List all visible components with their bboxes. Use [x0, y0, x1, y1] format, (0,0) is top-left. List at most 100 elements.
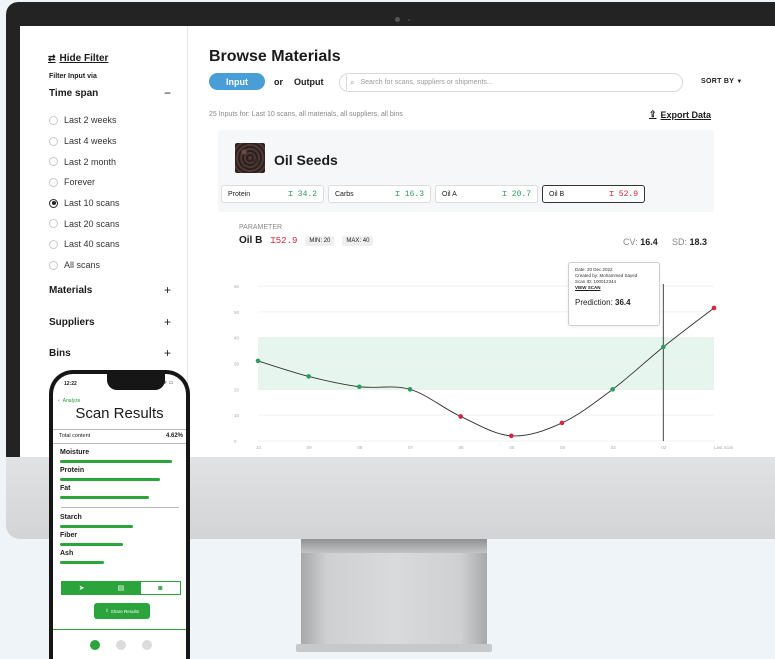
range-icon: ⌶	[609, 190, 619, 199]
camera-tab[interactable]: ◙	[140, 582, 180, 594]
nav-profile-icon[interactable]	[142, 640, 152, 650]
page-title: Browse Materials	[209, 48, 341, 65]
export-label: Export Data	[660, 109, 712, 120]
back-button[interactable]: ‹ Analyze	[58, 398, 80, 404]
parameter-name: Oil B	[239, 235, 263, 246]
input-output-toggle: Input or Output	[209, 73, 324, 90]
phone: 12:22 ..ıl ᯤ ▭ ‹ Analyze Scan Results To…	[49, 370, 190, 659]
radio-icon[interactable]	[49, 115, 58, 125]
time-option[interactable]: Forever	[49, 172, 120, 193]
chip-value: ⌶ 34.2	[288, 189, 317, 199]
time-option[interactable]: Last 2 month	[49, 151, 120, 172]
radio-icon[interactable]	[49, 177, 58, 187]
suppliers-header[interactable]: Suppliers +	[49, 316, 171, 328]
radio-icon[interactable]	[49, 219, 58, 229]
monitor-stand	[301, 539, 487, 647]
tooltip-prediction: Prediction: 36.4	[575, 298, 653, 307]
time-option[interactable]: All scans	[49, 255, 120, 276]
x-tick-label: 07	[408, 445, 414, 450]
time-option[interactable]: Last 40 scans	[49, 234, 120, 255]
filter-input-via-label: Filter Input via	[49, 73, 97, 80]
divider	[53, 443, 186, 444]
x-tick-label: 10	[256, 445, 262, 450]
chevron-left-icon: ‹	[58, 398, 60, 404]
parameter-chip-oil-a[interactable]: Oil A ⌶ 20.7	[435, 185, 538, 203]
caret-down-icon: ▼	[736, 79, 743, 85]
result-label: Moisture	[60, 449, 90, 456]
parameter-header: Oil B ⌶52.9 MIN: 20 MAX: 40	[239, 235, 374, 246]
parameter-value: ⌶52.9	[270, 236, 297, 246]
time-option[interactable]: Last 2 weeks	[49, 110, 120, 131]
parameter-chip-oil-b[interactable]: Oil B ⌶ 52.9	[542, 185, 645, 203]
total-content-value: 4.62%	[165, 433, 183, 439]
main-content: Browse Materials Input or Output ⌕ Searc…	[188, 26, 775, 457]
parameter-chip-protein[interactable]: Protein ⌶ 34.2	[221, 185, 324, 203]
result-bar	[60, 478, 161, 481]
x-tick-label: Last scan	[714, 445, 734, 450]
input-tab[interactable]: Input	[209, 73, 265, 90]
data-point	[306, 374, 311, 379]
range-icon: ⌶	[395, 190, 405, 199]
time-option-label: Last 2 weeks	[64, 115, 117, 126]
share-results-button[interactable]: ⇧ Share Results	[94, 603, 150, 619]
radio-icon[interactable]	[49, 260, 58, 270]
radio-icon[interactable]	[49, 157, 58, 167]
range-icon: ⌶	[288, 190, 298, 199]
phone-status-icons: ..ıl ᯤ ▭	[156, 380, 174, 386]
camera-icon: ◙	[158, 584, 163, 592]
view-scan-link[interactable]: VIEW SCAN	[575, 285, 653, 291]
result-label: Ash	[60, 550, 74, 557]
time-span-options: Last 2 weeks Last 4 weeks Last 2 month Fore…	[49, 110, 120, 276]
data-point	[458, 414, 463, 419]
min-badge: MIN: 20	[305, 235, 335, 246]
hide-filter-button[interactable]: ⇄ Hide Filter	[48, 53, 108, 64]
output-tab[interactable]: Output	[294, 77, 324, 87]
expand-icon[interactable]: +	[164, 284, 171, 296]
sd-label: SD:	[672, 237, 688, 247]
x-tick-label: 03	[611, 445, 617, 450]
nav-home-icon[interactable]	[90, 640, 100, 650]
report-tab[interactable]: ▤	[101, 582, 141, 594]
sort-by-label: SORT BY	[701, 78, 735, 85]
prediction-value: 36.4	[615, 298, 631, 307]
time-option[interactable]: Last 20 scans	[49, 213, 120, 234]
prediction-label: Prediction:	[575, 298, 613, 307]
collapse-icon[interactable]: −	[164, 87, 171, 99]
time-option[interactable]: Last 4 weeks	[49, 131, 120, 152]
search-input[interactable]: ⌕ Search for scans, suppliers or shipmen…	[339, 73, 683, 92]
nav-history-icon[interactable]	[116, 640, 126, 650]
result-bar	[60, 460, 173, 463]
parameter-chip-carbs[interactable]: Carbs ⌶ 16.3	[328, 185, 431, 203]
chip-label: Oil B	[549, 190, 565, 198]
materials-header[interactable]: Materials +	[49, 284, 171, 296]
send-tab[interactable]: ➤	[62, 582, 102, 594]
result-label: Fiber	[60, 532, 78, 539]
export-data-button[interactable]: ⇪ Export Data	[649, 109, 711, 120]
results-summary: 25 Inputs for: Last 10 scans, all materi…	[209, 111, 403, 118]
y-tick-label: 30	[234, 362, 240, 367]
sort-by-dropdown[interactable]: SORT BY ▼	[701, 78, 743, 85]
total-content-label: Total content	[59, 433, 91, 439]
bins-header[interactable]: Bins +	[49, 347, 171, 359]
share-icon: ⇧	[104, 608, 109, 613]
oil-b-trend-chart: 0 10 20 30 40 50 60 10 09 08 07 06 05 04 03 02 Last scan	[234, 284, 734, 450]
time-option-label: Last 4 weeks	[64, 136, 117, 147]
x-tick-label: 09	[307, 445, 313, 450]
time-option-label: Last 20 scans	[64, 218, 120, 229]
radio-icon[interactable]	[49, 239, 58, 249]
expand-icon[interactable]: +	[164, 347, 171, 359]
sd-value: 18.3	[689, 237, 708, 247]
time-span-header[interactable]: Time span −	[49, 87, 171, 99]
material-card: Oil Seeds Protein ⌶ 34.2 Carbs ⌶ 16.3 Oi…	[218, 130, 714, 212]
expand-icon[interactable]: +	[164, 316, 171, 328]
oil-seeds-image	[235, 143, 265, 173]
data-point	[509, 433, 514, 439]
phone-action-tabs: ➤ ▤ ◙	[61, 581, 181, 595]
sd-stat: SD: 18.3	[672, 237, 707, 247]
radio-icon[interactable]	[49, 136, 58, 146]
radio-selected-icon[interactable]	[49, 198, 58, 208]
or-label: or	[274, 76, 283, 87]
time-option[interactable]: Last 10 scans	[49, 193, 120, 214]
scan-tooltip: Date: 20 Dec 2022 Created by: Mohammed S…	[568, 262, 660, 326]
sliders-icon: ⇄	[48, 53, 56, 63]
